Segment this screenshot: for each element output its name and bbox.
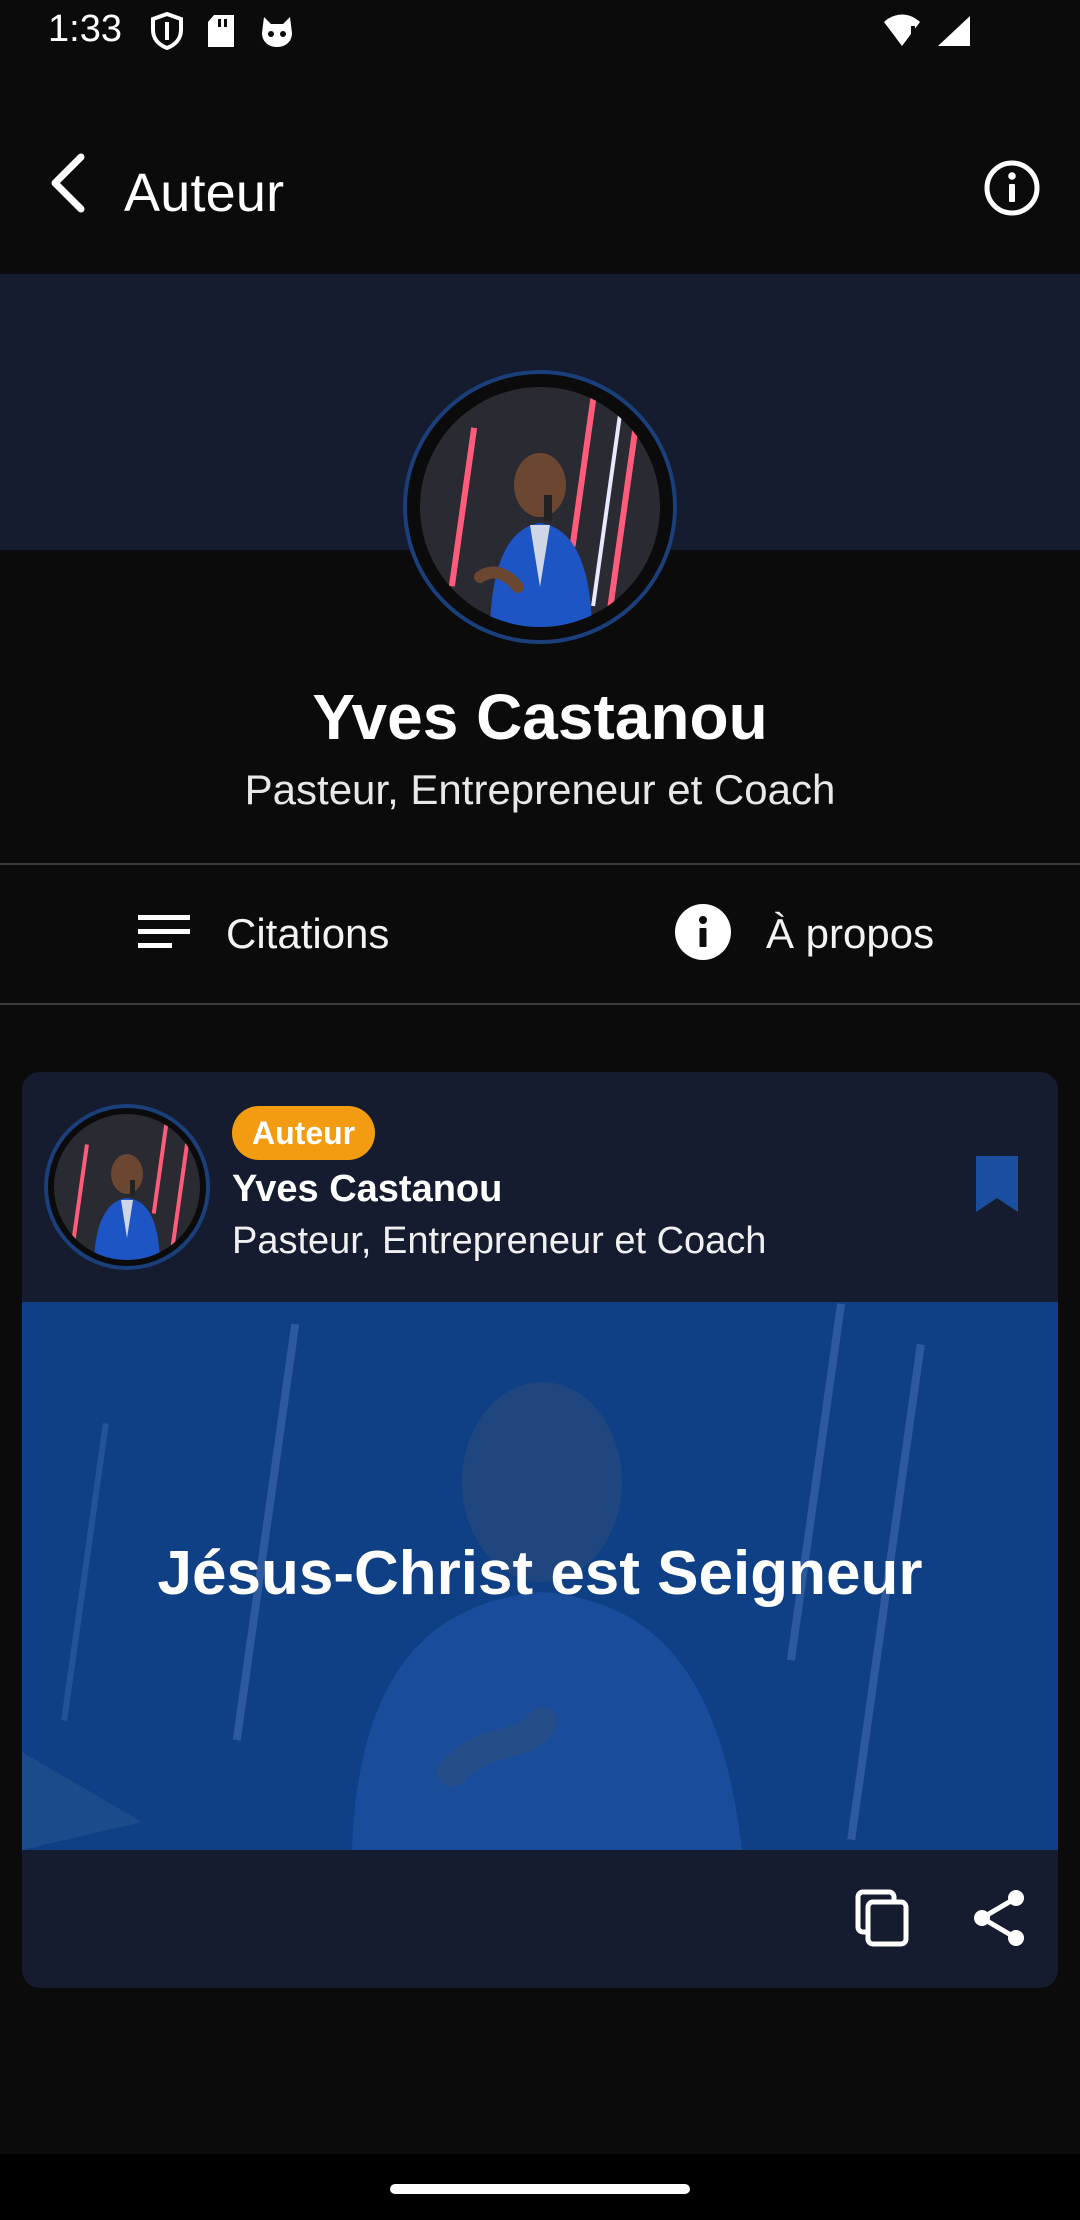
tab-citations-label: Citations bbox=[226, 910, 390, 957]
card-author-avatar[interactable] bbox=[44, 1104, 210, 1270]
bookmark-button[interactable] bbox=[974, 1154, 1024, 1216]
author-name: Yves Castanou bbox=[312, 681, 768, 753]
info-circle-icon bbox=[982, 160, 1042, 222]
wifi-icon bbox=[882, 14, 922, 53]
status-time: 1:33 bbox=[48, 8, 122, 50]
author-photo bbox=[420, 387, 660, 627]
back-arrow-icon bbox=[47, 153, 87, 218]
info-button[interactable] bbox=[982, 158, 1042, 218]
bookmark-icon bbox=[974, 1156, 1020, 1218]
card-actions bbox=[22, 1850, 1058, 1988]
author-avatar bbox=[403, 370, 677, 644]
shield-icon bbox=[150, 11, 184, 55]
status-icons-right bbox=[882, 14, 972, 53]
system-nav-bar bbox=[0, 2154, 1080, 2220]
back-button[interactable] bbox=[40, 152, 94, 218]
tab-citations[interactable]: Citations bbox=[136, 865, 389, 1003]
info-filled-icon bbox=[674, 903, 732, 966]
copy-icon bbox=[852, 1889, 912, 1952]
home-gesture-handle[interactable] bbox=[390, 2184, 690, 2194]
quote-text: Jésus-Christ est Seigneur bbox=[157, 1539, 923, 1608]
quote-image[interactable]: Jésus-Christ est Seigneur bbox=[22, 1302, 1058, 1850]
cat-icon bbox=[258, 13, 296, 54]
status-icons-left bbox=[150, 11, 296, 55]
copy-button[interactable] bbox=[852, 1888, 912, 1948]
share-icon bbox=[970, 1890, 1030, 1952]
list-icon bbox=[136, 911, 192, 958]
tab-about-label: À propos bbox=[766, 910, 935, 957]
quote-card[interactable]: Auteur Yves Castanou Pasteur, Entreprene… bbox=[22, 1072, 1058, 1988]
author-role: Pasteur, Entrepreneur et Coach bbox=[244, 766, 836, 813]
app-bar: Auteur bbox=[0, 66, 1080, 274]
author-badge: Auteur bbox=[232, 1106, 376, 1160]
tab-about[interactable]: À propos bbox=[674, 865, 934, 1003]
page-title: Auteur bbox=[124, 163, 285, 223]
card-author-photo bbox=[54, 1114, 200, 1260]
profile-tabs: Citations À propos bbox=[0, 863, 1080, 1005]
card-author-role: Pasteur, Entrepreneur et Coach bbox=[232, 1220, 767, 1262]
card-author-name: Yves Castanou bbox=[232, 1168, 503, 1210]
sd-card-icon bbox=[206, 13, 236, 54]
signal-icon bbox=[936, 14, 972, 53]
share-button[interactable] bbox=[970, 1888, 1030, 1948]
status-bar: 1:33 bbox=[0, 0, 1080, 66]
